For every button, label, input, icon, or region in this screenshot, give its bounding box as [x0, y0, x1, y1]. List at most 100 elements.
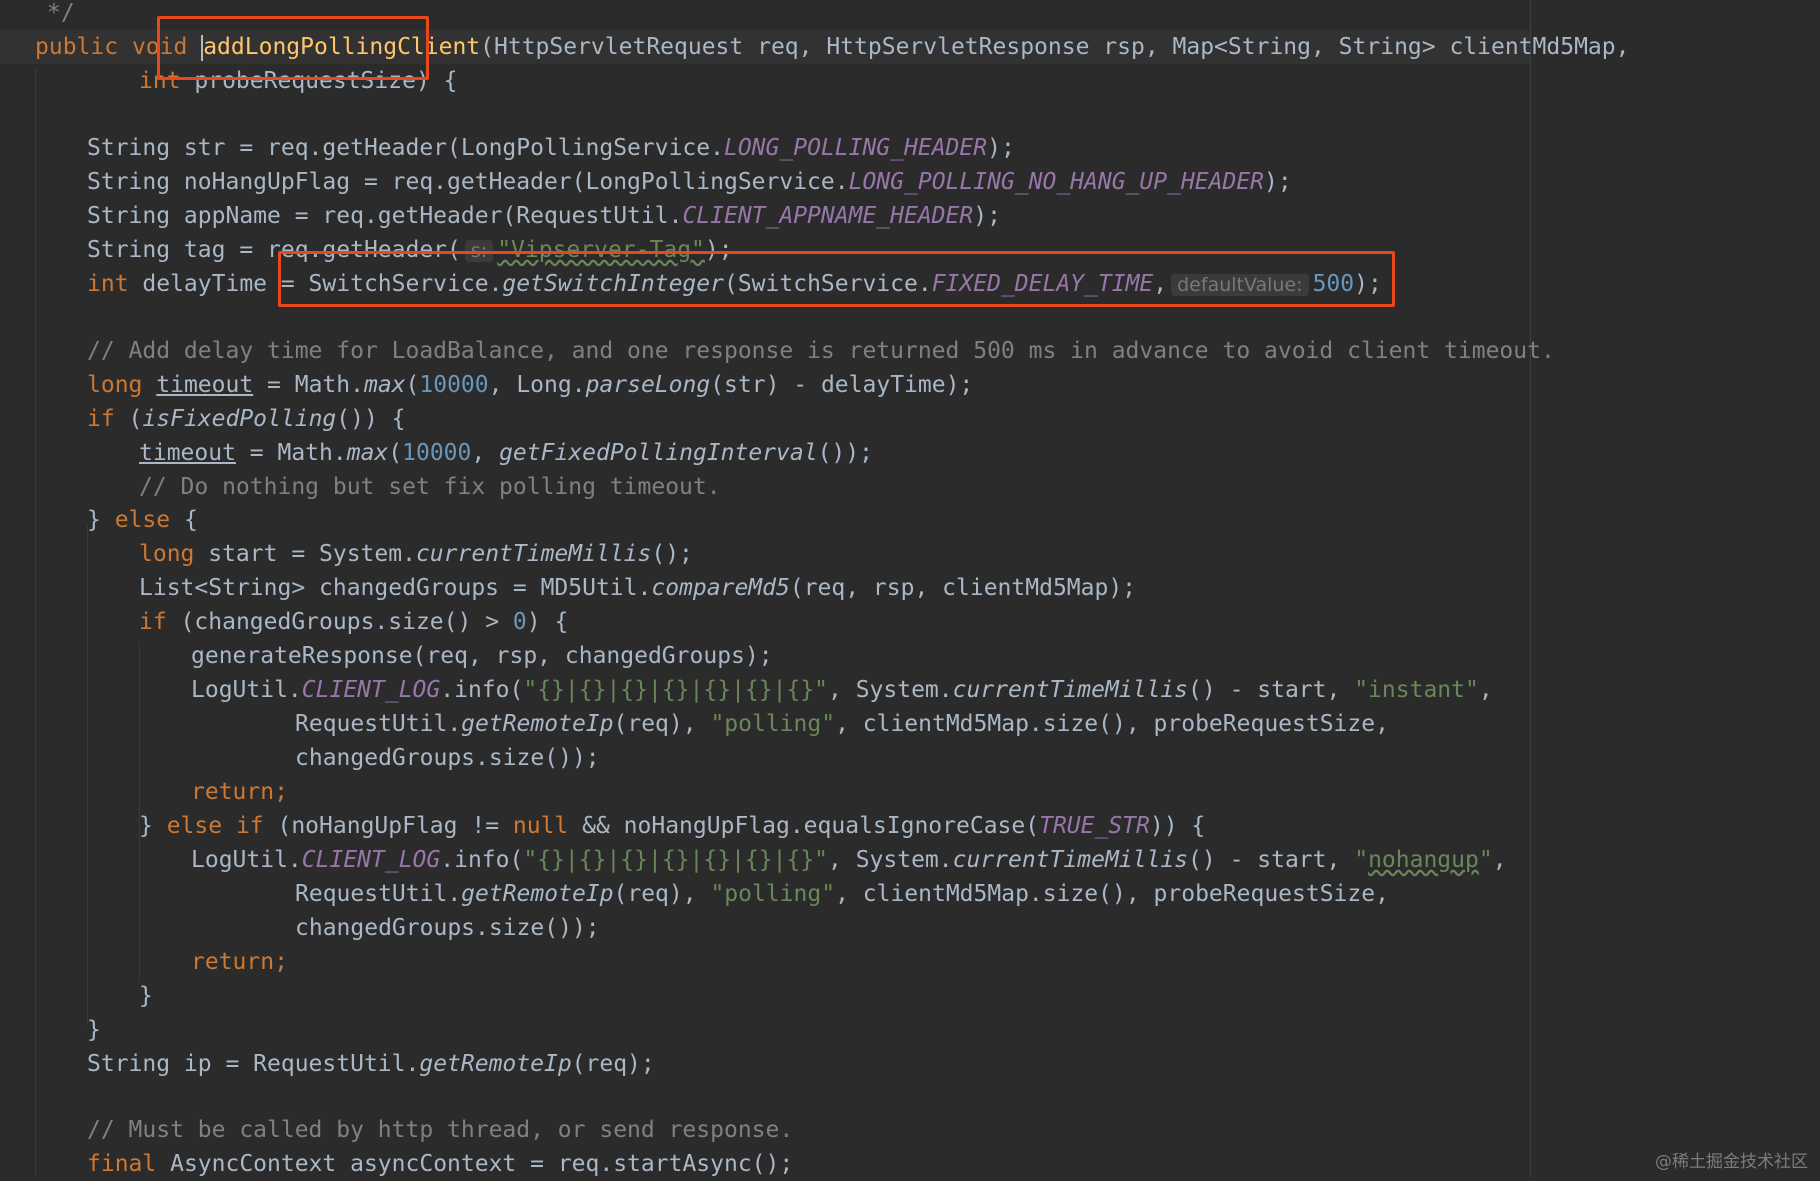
code-text: changedGroups.size());: [295, 745, 600, 771]
code-text: List<String> changedGroups = MD5Util.: [139, 575, 652, 601]
constant: TRUE_STR: [1039, 813, 1150, 839]
string-literal: "{}|{}|{}|{}|{}|{}|{}": [523, 847, 828, 873]
string-literal: ": [1354, 847, 1369, 873]
code-text: , clientMd5Map.size(), probeRequestSize,: [835, 881, 1389, 907]
code-line: // Do nothing but set fix polling timeou…: [139, 470, 721, 504]
code-text: (req, rsp, clientMd5Map);: [789, 575, 1137, 601]
keyword: return: [191, 949, 275, 975]
code-text: () - start,: [1188, 847, 1355, 873]
comment: */: [47, 0, 75, 26]
code-line: // Add delay time for LoadBalance, and o…: [87, 334, 1555, 368]
constant: LONG_POLLING_HEADER: [723, 135, 988, 161]
highlight-box-switch-integer: [278, 251, 1395, 307]
code-text: ());: [817, 440, 873, 466]
code-line: long start = System.currentTimeMillis();: [139, 537, 693, 571]
code-text: );: [987, 135, 1015, 161]
indent-guide: [35, 68, 36, 1178]
constant: CLIENT_LOG: [301, 677, 441, 703]
string-literal: "{}|{}|{}|{}|{}|{}|{}": [523, 677, 828, 703]
code-line: }: [87, 1013, 101, 1047]
code-text: );: [1264, 169, 1292, 195]
code-line: // Must be called by http thread, or sen…: [87, 1113, 793, 1147]
code-text: String appName = req.getHeader(RequestUt…: [87, 203, 683, 229]
keyword: public: [35, 34, 119, 60]
keyword: if: [87, 406, 115, 432]
code-text: ;: [274, 779, 288, 805]
code-text: ;: [274, 949, 288, 975]
code-text: RequestUtil.: [295, 881, 462, 907]
variable: timeout: [139, 440, 236, 466]
static-method: parseLong: [585, 372, 711, 398]
code-text: (req),: [613, 881, 711, 907]
code-text: (changedGroups.size() >: [166, 609, 513, 635]
code-text: AsyncContext asyncContext = req.startAsy…: [156, 1151, 794, 1177]
code-text: start = System.: [194, 541, 416, 567]
number-literal: 0: [512, 609, 527, 635]
static-method: getFixedPollingInterval: [499, 440, 818, 466]
static-method: compareMd5: [651, 575, 790, 601]
keyword: null: [512, 813, 569, 839]
code-line: if (isFixedPolling()) {: [87, 402, 406, 436]
comment: // Must be called by http thread, or sen…: [87, 1117, 794, 1143]
code-text: (req);: [571, 1051, 655, 1077]
keyword: long: [139, 541, 195, 567]
code-line: return;: [191, 775, 288, 809]
code-line: timeout = Math.max(10000, getFixedPollin…: [139, 436, 873, 470]
code-text: () - start,: [1188, 677, 1355, 703]
code-text: );: [973, 203, 1001, 229]
code-line: generateResponse(req, rsp, changedGroups…: [191, 639, 773, 673]
code-text: generateResponse(req, rsp, changedGroups…: [191, 643, 773, 669]
static-method: max: [363, 372, 406, 398]
indent-guide: [87, 525, 88, 1025]
keyword: long: [87, 372, 143, 398]
string-literal: "instant": [1354, 677, 1479, 703]
code-line: RequestUtil.getRemoteIp(req), "polling",…: [295, 877, 1389, 911]
code-text: }: [139, 983, 153, 1009]
code-line: }: [139, 979, 153, 1013]
comment: // Add delay time for LoadBalance, and o…: [87, 338, 1555, 364]
number-literal: 10000: [419, 372, 489, 398]
code-text: (: [388, 440, 403, 466]
code-line: RequestUtil.getRemoteIp(req), "polling",…: [295, 707, 1389, 741]
code-text: (: [405, 372, 420, 398]
code-line: changedGroups.size());: [295, 911, 600, 945]
code-line: } else {: [87, 503, 198, 537]
right-margin-guide: [1530, 0, 1531, 1178]
code-text: = Math.: [253, 372, 364, 398]
static-method: currentTimeMillis: [952, 847, 1189, 873]
code-editor[interactable]: */ public void addLongPollingClient(Http…: [0, 0, 1820, 1178]
code-text: LogUtil.: [191, 847, 302, 873]
highlight-box-method-name: [157, 16, 429, 80]
static-method: max: [346, 440, 389, 466]
code-text: String noHangUpFlag = req.getHeader(Long…: [87, 169, 849, 195]
code-line: LogUtil.CLIENT_LOG.info("{}|{}|{}|{}|{}|…: [191, 673, 1493, 707]
code-line: final AsyncContext asyncContext = req.st…: [87, 1147, 793, 1181]
code-text: String ip = RequestUtil.: [87, 1051, 420, 1077]
constant: CLIENT_APPNAME_HEADER: [682, 203, 974, 229]
keyword: int: [87, 271, 129, 297]
code-text: , System.: [828, 847, 953, 873]
code-text: ()) {: [336, 406, 406, 432]
static-method: getRemoteIp: [461, 711, 614, 737]
code-text: String str = req.getHeader(LongPollingSe…: [87, 135, 724, 161]
code-text: ,: [1492, 847, 1507, 873]
code-text: = Math.: [235, 440, 347, 466]
code-line: */: [47, 0, 75, 30]
variable: timeout: [156, 372, 254, 398]
code-line: LogUtil.CLIENT_LOG.info("{}|{}|{}|{}|{}|…: [191, 843, 1507, 877]
static-method: currentTimeMillis: [952, 677, 1189, 703]
code-text: , Long.: [488, 372, 586, 398]
code-line: String str = req.getHeader(LongPollingSe…: [87, 131, 1015, 165]
code-text: RequestUtil.: [295, 711, 462, 737]
watermark: @稀土掘金技术社区: [1655, 1152, 1808, 1172]
keyword: else if: [166, 813, 264, 839]
code-text: }: [87, 507, 115, 533]
keyword: else: [114, 507, 171, 533]
code-line: } else if (noHangUpFlag != null && noHan…: [139, 809, 1205, 843]
code-text: (req),: [613, 711, 711, 737]
code-text: (: [114, 406, 143, 432]
keyword: return: [191, 779, 275, 805]
static-method: getRemoteIp: [461, 881, 614, 907]
string-literal: "polling": [710, 881, 836, 907]
code-text: ();: [651, 541, 693, 567]
